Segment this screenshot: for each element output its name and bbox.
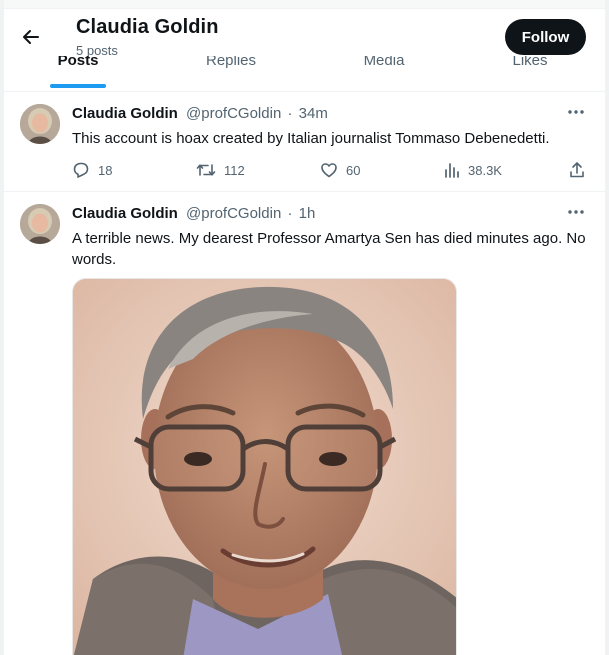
tab-replies[interactable]: Replies [196,56,266,88]
profile-tabs: Posts Replies Media Likes [4,56,605,92]
back-button[interactable] [16,22,46,52]
follow-button[interactable]: Follow [505,19,586,55]
author-handle[interactable]: @profCGoldin [186,205,281,222]
repost-icon [196,164,216,176]
reply-button[interactable]: 18 [72,160,112,180]
tab-label: Posts [57,56,99,69]
tweet-text: This account is hoax created by Italian … [72,130,550,147]
more-horizontal-icon [568,110,584,114]
tweet-photo[interactable] [72,278,457,655]
active-tab-indicator [50,84,106,88]
reply-icon [73,162,89,178]
views-button[interactable]: 38.3K [444,160,502,180]
arrow-left-icon [23,30,39,44]
view-count: 38.3K [468,162,502,178]
more-horizontal-icon [568,210,584,214]
author-name[interactable]: Claudia Goldin [72,205,178,222]
tab-label: Replies [205,56,257,69]
avatar-image [20,204,60,244]
tab-label: Likes [512,56,548,69]
tweet-text: A terrible news. My dearest Professor Am… [72,230,586,268]
portrait-image [73,279,456,655]
reply-count: 18 [98,162,113,178]
tab-label: Media [363,56,405,69]
like-button[interactable]: 60 [320,160,360,180]
avatar-image [20,104,60,144]
tweet[interactable]: Claudia Goldin @profCGoldin · 34m This a… [4,92,605,192]
tweet-timestamp[interactable]: 1h [299,205,316,222]
column-border-right [605,0,609,655]
repost-button[interactable]: 112 [196,160,245,180]
share-upload-icon [570,162,584,178]
author-name[interactable]: Claudia Goldin [72,105,178,122]
tweet[interactable]: Claudia Goldin @profCGoldin · 1h A terri… [4,192,605,655]
share-button[interactable] [568,160,594,180]
tweet-timestamp[interactable]: 34m [299,105,328,122]
tab-media[interactable]: Media [354,56,414,88]
separator-dot: · [287,205,293,222]
like-count: 60 [346,162,361,178]
repost-count: 112 [224,162,245,178]
tab-likes[interactable]: Likes [504,56,556,88]
more-options-button[interactable] [564,102,588,122]
heart-icon [321,163,337,178]
tweet-actions: 18 112 60 38.3K [72,160,592,180]
author-handle[interactable]: @profCGoldin [186,105,281,122]
window-top-bar [0,0,609,9]
avatar[interactable] [20,104,60,144]
tab-posts[interactable]: Posts [50,56,106,88]
analytics-bars-icon [445,163,459,178]
tweet-header: Claudia Goldin @profCGoldin · 34m [72,105,328,122]
separator-dot: · [287,105,293,122]
profile-name: Claudia Goldin [76,16,219,38]
avatar[interactable] [20,204,60,244]
more-options-button[interactable] [564,202,588,222]
tweet-header: Claudia Goldin @profCGoldin · 1h [72,205,315,222]
